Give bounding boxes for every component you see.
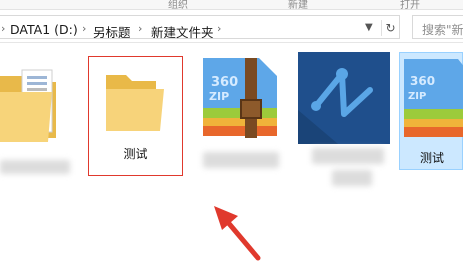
breadcrumb-separator-icon: › (82, 22, 87, 35)
breadcrumb-drive[interactable]: DATA1 (D:) (10, 22, 78, 37)
address-row: › DATA1 (D:) › 另标题 › 新建文件夹 › ▼ ↻ 搜索"新建 (0, 10, 463, 43)
breadcrumb-separator-icon: › (1, 22, 6, 35)
ribbon-group-labels: 组织 新建 打开 (0, 0, 463, 11)
chevron-down-icon[interactable]: ▼ (365, 22, 373, 33)
breadcrumb-current-folder[interactable]: 新建文件夹 (151, 22, 214, 41)
address-bar[interactable]: › DATA1 (D:) › 另标题 › 新建文件夹 › ▼ ↻ (0, 15, 400, 41)
refresh-icon[interactable]: ↻ (381, 20, 399, 36)
file-list: 测试 360 ZIP 360 ZIP 测试 (0, 44, 463, 261)
breadcrumb-separator-icon: › (138, 22, 143, 35)
breadcrumb-separator-icon: › (217, 22, 222, 35)
red-arrow-icon (214, 206, 261, 261)
file-explorer-window: 组织 新建 打开 › DATA1 (D:) › 另标题 › 新建文件夹 › ▼ … (0, 0, 463, 261)
search-input[interactable]: 搜索"新建 (412, 15, 463, 39)
breadcrumb-folder[interactable]: 另标题 (93, 22, 131, 41)
search-placeholder: 搜索"新建 (422, 23, 463, 37)
